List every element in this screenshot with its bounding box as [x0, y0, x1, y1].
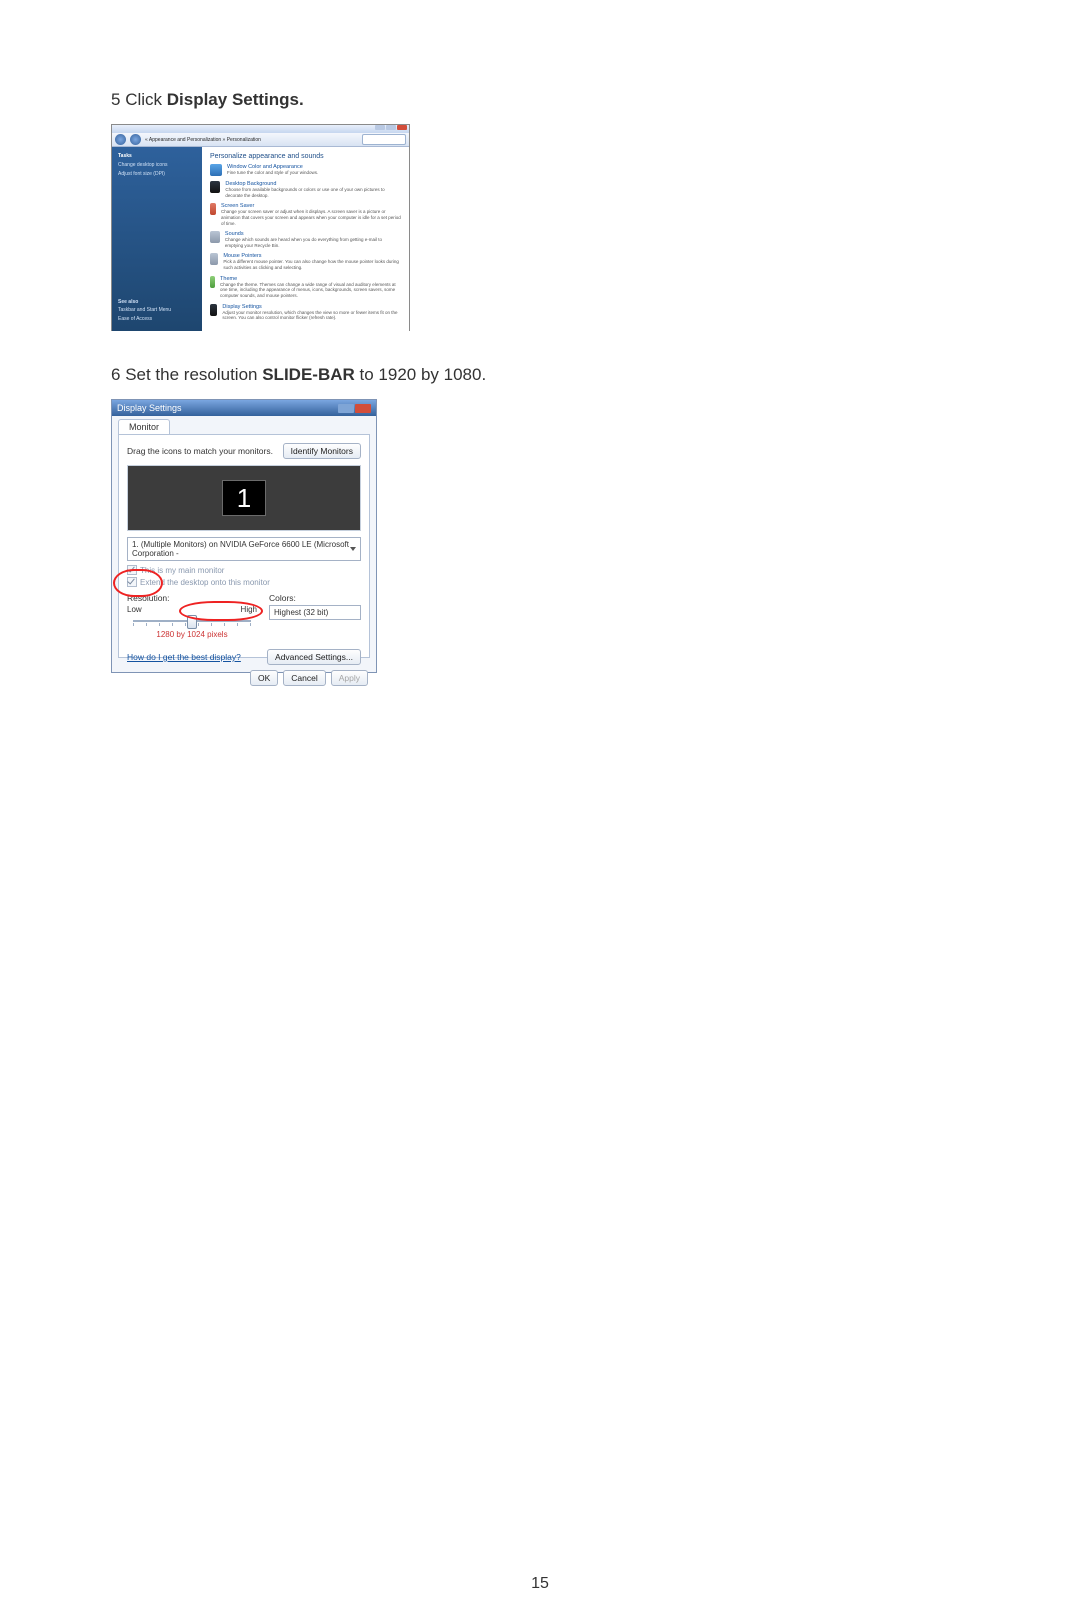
checkbox-extend-desktop: Extend the desktop onto this monitor: [127, 577, 361, 587]
step-5-pre: Click: [125, 90, 167, 109]
personalize-item[interactable]: Mouse PointersPick a different mouse poi…: [210, 253, 401, 270]
nav-back-icon[interactable]: [115, 134, 126, 145]
close-button[interactable]: [355, 404, 371, 413]
sidebar-link[interactable]: Taskbar and Start Menu: [118, 307, 196, 313]
window-color-icon: [210, 164, 222, 176]
personalize-item[interactable]: Screen SaverChange your screen saver or …: [210, 203, 401, 226]
address-bar: « Appearance and Personalization » Perso…: [112, 133, 409, 147]
drag-instruction: Drag the icons to match your monitors.: [127, 446, 273, 456]
screen-saver-icon: [210, 203, 216, 215]
item-desc: Change your screen saver or adjust when …: [221, 209, 401, 226]
item-desc: Change which sounds are heard when you d…: [225, 237, 401, 248]
window-titlebar: [112, 125, 409, 133]
dialog-titlebar: Display Settings: [112, 400, 376, 416]
dropdown-value: 1. (Multiple Monitors) on NVIDIA GeForce…: [132, 540, 350, 558]
personalize-item[interactable]: Desktop BackgroundChoose from available …: [210, 181, 401, 198]
sidebar-link[interactable]: Change desktop icons: [118, 162, 196, 168]
step-6-pre: Set the resolution: [125, 365, 262, 384]
sidebar-link[interactable]: Adjust font size (DPI): [118, 171, 196, 177]
sounds-icon: [210, 231, 220, 243]
tab-monitor[interactable]: Monitor: [118, 419, 170, 434]
nav-forward-icon[interactable]: [130, 134, 141, 145]
step-6-number: 6: [111, 365, 125, 384]
monitor-dropdown[interactable]: 1. (Multiple Monitors) on NVIDIA GeForce…: [127, 537, 361, 561]
slider-thumb[interactable]: [187, 615, 197, 629]
personalize-item[interactable]: Window Color and AppearanceFine tune the…: [210, 164, 401, 176]
personalize-item[interactable]: SoundsChange which sounds are heard when…: [210, 231, 401, 248]
step-5-bold: Display Settings.: [167, 90, 304, 109]
screenshot-display-settings: Display Settings Monitor Drag the icons …: [111, 399, 377, 673]
minimize-button[interactable]: [375, 125, 385, 130]
resolution-value: 1280 by 1024 pixels: [127, 630, 257, 639]
item-desc: Choose from available backgrounds or col…: [225, 187, 401, 198]
checkbox-main-monitor: This is my main monitor: [127, 565, 361, 575]
step-5-number: 5: [111, 90, 125, 109]
dialog-title: Display Settings: [117, 403, 182, 413]
panel-title: Personalize appearance and sounds: [210, 153, 401, 160]
dialog-button-row: OK Cancel Apply: [112, 664, 376, 686]
resolution-slider[interactable]: [133, 614, 251, 628]
main-panel: Personalize appearance and sounds Window…: [202, 147, 409, 331]
monitor-1-icon[interactable]: 1: [222, 480, 266, 516]
cancel-button[interactable]: Cancel: [283, 670, 325, 686]
advanced-settings-button[interactable]: Advanced Settings...: [267, 649, 361, 665]
item-desc: Pick a different mouse pointer. You can …: [223, 259, 401, 270]
desktop-background-icon: [210, 181, 220, 193]
monitor-arena[interactable]: 1: [127, 465, 361, 531]
window-controls: [375, 125, 407, 130]
slider-high-label: High: [241, 605, 257, 614]
breadcrumb[interactable]: « Appearance and Personalization » Perso…: [145, 137, 358, 143]
sidebar-seealso-header: See also: [118, 299, 196, 305]
search-input[interactable]: [362, 134, 406, 145]
colors-dropdown[interactable]: Highest (32 bit): [269, 605, 361, 620]
mouse-pointer-icon: [210, 253, 218, 265]
tab-bar: Monitor: [112, 416, 376, 434]
sidebar: Tasks Change desktop icons Adjust font s…: [112, 147, 202, 331]
step-6: 6 Set the resolution SLIDE-BAR to 1920 b…: [111, 365, 971, 385]
checkbox-label: This is my main monitor: [140, 566, 224, 575]
item-desc: Fine tune the color and style of your wi…: [227, 170, 318, 176]
colors-value: Highest (32 bit): [274, 608, 328, 617]
sidebar-link[interactable]: Ease of Access: [118, 316, 196, 322]
step-6-post: to 1920 by 1080.: [360, 365, 487, 384]
resolution-label: Resolution:: [127, 593, 257, 603]
step-5: 5 Click Display Settings.: [111, 90, 971, 110]
close-button[interactable]: [397, 125, 407, 130]
maximize-button[interactable]: [386, 125, 396, 130]
item-desc: Adjust your monitor resolution, which ch…: [222, 310, 401, 321]
personalize-item[interactable]: Display SettingsAdjust your monitor reso…: [210, 304, 401, 321]
apply-button[interactable]: Apply: [331, 670, 368, 686]
identify-monitors-button[interactable]: Identify Monitors: [283, 443, 361, 459]
display-settings-icon: [210, 304, 217, 316]
ok-button[interactable]: OK: [250, 670, 278, 686]
page-number: 15: [0, 1575, 1080, 1593]
item-desc: Change the theme. Themes can change a wi…: [220, 282, 401, 299]
colors-label: Colors:: [269, 593, 361, 603]
slider-low-label: Low: [127, 605, 142, 614]
sidebar-header: Tasks: [118, 153, 196, 159]
chevron-down-icon: [350, 547, 356, 551]
help-link[interactable]: How do I get the best display?: [127, 652, 241, 662]
screenshot-personalization: « Appearance and Personalization » Perso…: [111, 124, 410, 331]
personalize-item[interactable]: ThemeChange the theme. Themes can change…: [210, 276, 401, 299]
help-button[interactable]: [338, 404, 354, 413]
step-6-bold: SLIDE-BAR: [262, 365, 355, 384]
checkbox-icon: [127, 577, 137, 587]
dialog-panel: Drag the icons to match your monitors. I…: [118, 434, 370, 658]
theme-icon: [210, 276, 215, 288]
dialog-window-controls: [338, 404, 371, 413]
checkbox-icon: [127, 565, 137, 575]
checkbox-label: Extend the desktop onto this monitor: [140, 578, 270, 587]
